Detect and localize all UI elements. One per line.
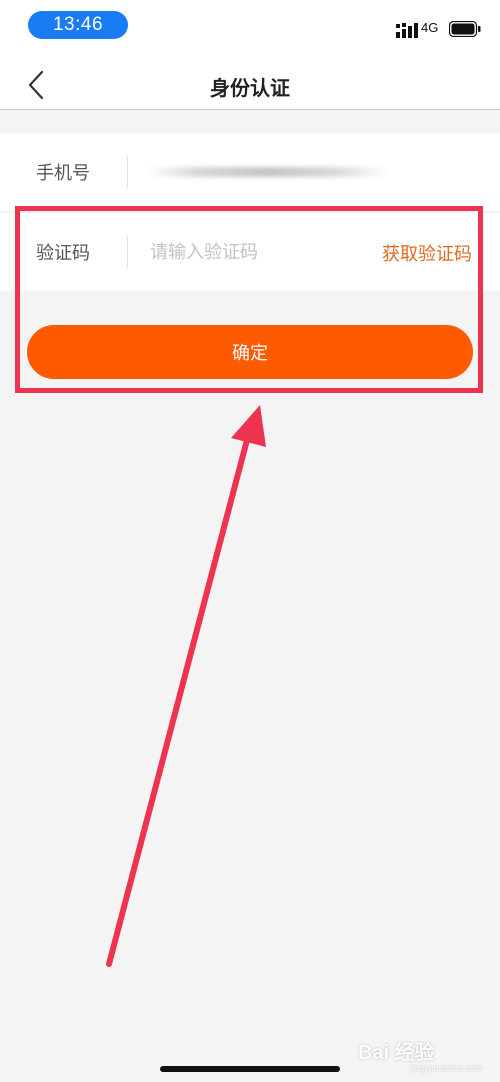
phone-row-divider (127, 155, 128, 189)
phone-label: 手机号 (36, 163, 90, 184)
status-time: 13:46 (28, 11, 128, 39)
phone-number-value-obscured (148, 167, 388, 177)
page-title: 身份认证 (210, 76, 290, 100)
baidu-jingyan-watermark: Bai 经验 (358, 1042, 435, 1064)
signal-strength-icon (396, 23, 418, 38)
watermark-url: jingyan.baidu.com (410, 1063, 483, 1073)
annotation-highlight-box (15, 206, 483, 393)
network-type-label: 4G (421, 20, 439, 35)
home-indicator (160, 1066, 340, 1072)
phone-row: 手机号 (0, 133, 500, 211)
battery-icon (449, 21, 481, 37)
status-bar: 13:46 4G (0, 0, 500, 50)
nav-bar: 身份认证 (0, 50, 500, 110)
